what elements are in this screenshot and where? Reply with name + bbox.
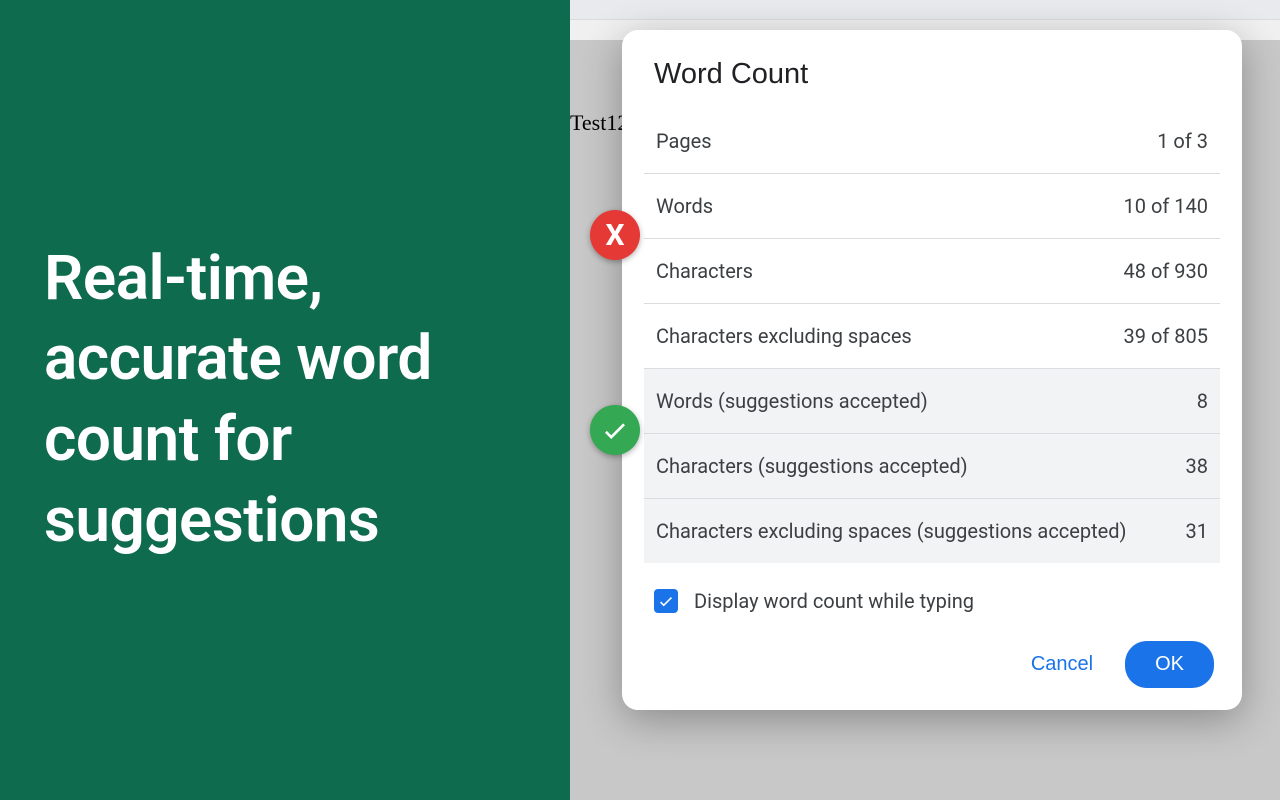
dialog-actions: Cancel OK [622,631,1242,688]
stat-row: Characters (suggestions accepted) 38 [644,434,1220,499]
stat-value: 1 of 3 [1157,129,1208,153]
stat-value: 48 of 930 [1124,259,1208,283]
app-panel: Test12 X Word Count Pages 1 of 3 Words 10 o… [570,0,1280,800]
check-icon [600,415,630,445]
dialog-title: Word Count [622,30,1242,109]
stage: Real-time, accurate word count for sugge… [0,0,1280,800]
stat-label: Characters excluding spaces (suggestions… [656,519,1126,543]
promo-headline: Real-time, accurate word count for sugge… [44,239,526,561]
stat-row: Words (suggestions accepted) 8 [644,369,1220,434]
stat-label: Words (suggestions accepted) [656,389,928,413]
stat-label: Characters excluding spaces [656,324,912,348]
stat-row: Characters 48 of 930 [644,239,1220,304]
stat-value: 39 of 805 [1124,324,1208,348]
stat-value: 10 of 140 [1124,194,1208,218]
stat-value: 8 [1197,389,1208,413]
ok-button[interactable]: OK [1125,641,1214,688]
toolbar-strip [570,0,1280,20]
display-while-typing-label: Display word count while typing [694,589,974,613]
correct-badge [590,405,640,455]
checkmark-icon [657,592,675,610]
stat-label: Characters (suggestions accepted) [656,454,968,478]
stat-row: Words 10 of 140 [644,174,1220,239]
stat-row: Characters excluding spaces (suggestions… [644,499,1220,563]
stat-label: Pages [656,129,712,153]
display-while-typing-checkbox[interactable] [654,589,678,613]
stat-value: 38 [1186,454,1208,478]
incorrect-badge: X [590,210,640,260]
stat-label: Characters [656,259,753,283]
stat-value: 31 [1186,519,1208,543]
word-count-dialog: Word Count Pages 1 of 3 Words 10 of 140 Char… [622,30,1242,710]
document-text: Test12 [570,110,628,136]
stat-row: Pages 1 of 3 [644,109,1220,174]
x-icon: X [605,218,624,253]
stat-label: Words [656,194,713,218]
stat-row: Characters excluding spaces 39 of 805 [644,304,1220,369]
cancel-button[interactable]: Cancel [1017,643,1107,686]
stats-list: Pages 1 of 3 Words 10 of 140 Characters 48 of… [644,109,1220,563]
display-while-typing-row: Display word count while typing [622,563,1242,631]
promo-panel: Real-time, accurate word count for sugge… [0,0,570,800]
